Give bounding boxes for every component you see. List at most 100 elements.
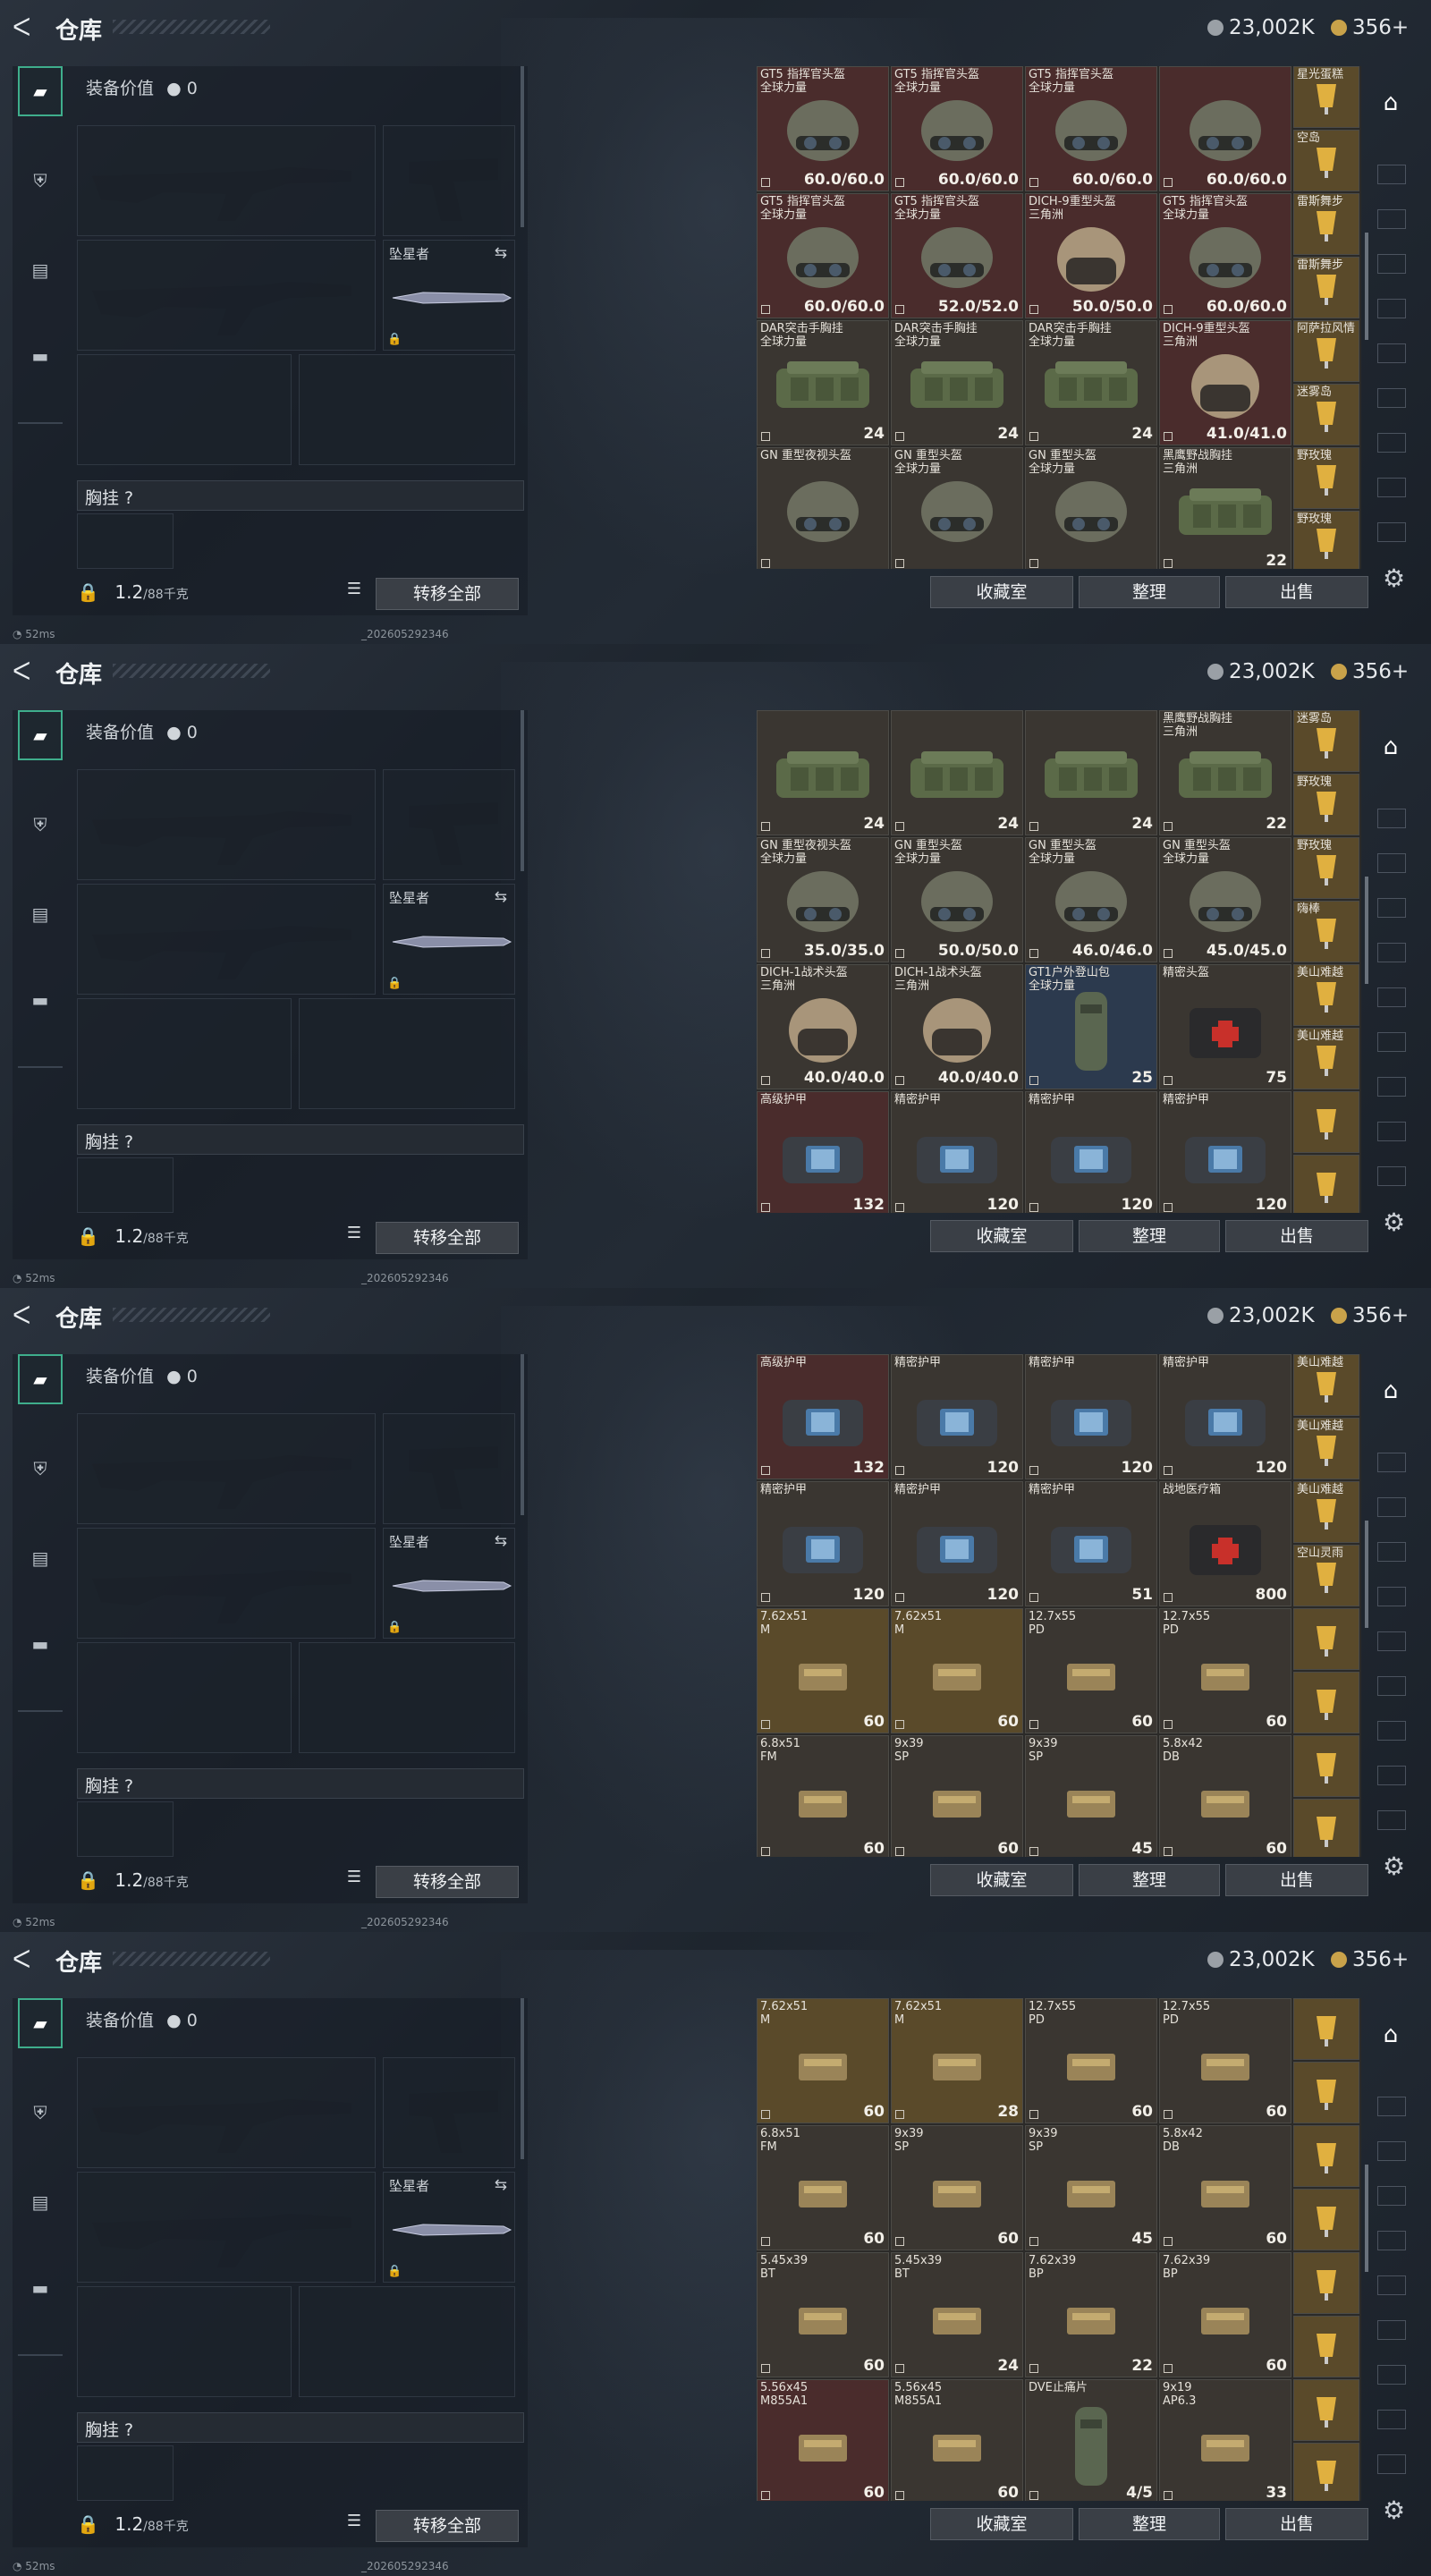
chest-rig-header[interactable]: 胸挂 ? [77,480,524,511]
storage-page-icon[interactable] [1377,2365,1406,2385]
drink-item[interactable]: 野玫瑰 [1293,511,1359,569]
tab-backpack[interactable]: ▬ [18,2263,63,2313]
tab-backpack[interactable]: ▬ [18,331,63,381]
drink-item[interactable] [1293,2189,1359,2250]
storage-page-icon[interactable] [1377,2454,1406,2474]
favorites-button[interactable]: 收藏室 [930,2508,1073,2540]
stash-item[interactable]: DICH-9重型头盔 三角洲 50.0/50.0 [1025,193,1157,318]
panel-scrollbar[interactable] [521,1998,524,2159]
tab-armor[interactable]: ⛨ [18,1444,63,1494]
stash-item[interactable]: 7.62x51 M 60 [757,1998,889,2123]
swap-icon[interactable]: ⇆ [495,2176,507,2194]
drink-item[interactable]: 野玫瑰 [1293,837,1359,899]
list-view-icon[interactable]: ☰ [342,1868,367,1893]
storage-page-icon[interactable] [1377,343,1406,363]
stash-item[interactable]: DICH-1战术头盔 三角洲 40.0/40.0 [891,964,1023,1089]
panel-scrollbar[interactable] [521,66,524,227]
stash-item[interactable]: 精密护甲 51 [1025,1481,1157,1606]
stash-item[interactable]: 精密护甲 120 [1159,1091,1291,1213]
stash-item[interactable]: 12.7x55 PD 60 [1025,1608,1157,1733]
stash-item[interactable]: 12.7x55 PD 60 [1025,1998,1157,2123]
drink-item[interactable]: 野玫瑰 [1293,447,1359,509]
stash-item[interactable]: 24 [891,710,1023,835]
storage-page-icon[interactable] [1377,1077,1406,1097]
stash-grid[interactable]: 7.62x51 M 60 7.62x51 M 28 12.7x55 PD 60 12.7x5… [757,1998,1361,2501]
list-view-icon[interactable]: ☰ [342,1224,367,1249]
sell-button[interactable]: 出售 [1225,1220,1368,1252]
armor-slot[interactable] [299,354,515,465]
drink-item[interactable] [1293,2062,1359,2123]
storage-page-icon[interactable] [1377,2275,1406,2295]
drink-item[interactable]: 迷雾岛 [1293,710,1359,772]
storage-page-icon[interactable] [1377,299,1406,318]
stash-item[interactable]: 高级护甲 132 [757,1354,889,1479]
drink-item[interactable]: 美山难越 [1293,1481,1359,1543]
stash-item[interactable]: DICH-9重型头盔 三角洲 41.0/41.0 [1159,320,1291,445]
stash-item[interactable]: GN 重型头盔 全球力量 45.0/45.0 [1159,837,1291,962]
stash-grid[interactable]: 高级护甲 132 精密护甲 120 精密护甲 120 精密护甲 120 精密护甲 120 精密护甲 1… [757,1354,1361,1857]
pistol-slot[interactable] [383,125,515,236]
stash-item[interactable]: 5.8x42 DB 60 [1159,1735,1291,1857]
storage-page-icon[interactable] [1377,1542,1406,1562]
tab-weapons[interactable]: ▰ [18,66,63,116]
storage-page-icon[interactable] [1377,2320,1406,2340]
stash-item[interactable]: 9x39 SP 60 [891,1735,1023,1857]
storage-page-icon[interactable] [1377,1766,1406,1785]
chest-rig-slot[interactable] [77,1157,174,1213]
stash-item[interactable]: 精密护甲 120 [891,1354,1023,1479]
tab-weapons[interactable]: ▰ [18,1354,63,1404]
tab-armor[interactable]: ⛨ [18,800,63,850]
stash-item[interactable]: 9x39 SP 60 [891,2125,1023,2250]
settings-gear-icon[interactable]: ⚙ [1383,2496,1410,2525]
sort-button[interactable]: 整理 [1079,2508,1220,2540]
stash-item[interactable]: 7.62x39 BP 60 [1159,2252,1291,2377]
swap-icon[interactable]: ⇆ [495,244,507,262]
helmet-slot[interactable] [77,998,292,1109]
stash-scrollbar[interactable] [1365,2165,1368,2272]
storage-page-icon[interactable] [1377,1453,1406,1472]
stash-item[interactable]: GN 重型夜视头盔 [757,447,889,569]
tab-armor[interactable]: ⛨ [18,2088,63,2138]
storage-page-icon[interactable] [1377,1032,1406,1052]
melee-slot[interactable]: 坠星者 ⇆ 🔒 [383,1528,515,1639]
stash-item[interactable]: GN 重型头盔 全球力量 46.0/46.0 [1025,837,1157,962]
drink-item[interactable]: 星光蛋糕 [1293,66,1359,128]
stash-item[interactable]: 精密护甲 120 [1159,1354,1291,1479]
stash-item[interactable]: DICH-1战术头盔 三角洲 40.0/40.0 [757,964,889,1089]
storage-page-icon[interactable] [1377,853,1406,873]
pistol-slot[interactable] [383,2057,515,2168]
chest-rig-slot[interactable] [77,1801,174,1857]
chest-rig-header[interactable]: 胸挂 ? [77,1124,524,1155]
back-icon[interactable]: ᐸ [13,14,39,41]
back-icon[interactable]: ᐸ [13,1302,39,1329]
swap-icon[interactable]: ⇆ [495,888,507,906]
gold-balance[interactable]: 356+ [1331,1946,1409,1973]
stash-item[interactable]: GN 重型头盔 全球力量 50.0/50.0 [891,837,1023,962]
armor-slot[interactable] [299,998,515,1109]
drink-item[interactable]: 空岛 [1293,130,1359,191]
stash-item[interactable]: 5.8x42 DB 60 [1159,2125,1291,2250]
pistol-slot[interactable] [383,769,515,880]
storage-page-icon[interactable] [1377,2097,1406,2116]
storage-page-icon[interactable] [1377,1810,1406,1830]
stash-grid[interactable]: 24 24 24 黑鹰野战胸挂 三角洲 22 GN 重型夜视头盔 全球力量 35.0/35.… [757,710,1361,1213]
storage-page-icon[interactable] [1377,165,1406,184]
stash-item[interactable]: 精密护甲 120 [1025,1091,1157,1213]
lock-icon[interactable]: 🔒 [77,2513,99,2535]
tab-weapons[interactable]: ▰ [18,1998,63,2048]
stash-item[interactable]: 黑鹰野战胸挂 三角洲 22 [1159,447,1291,569]
stash-item[interactable]: GT5 指挥官头盔 全球力量 60.0/60.0 [757,66,889,191]
stash-item[interactable]: 5.45x39 BT 24 [891,2252,1023,2377]
drink-item[interactable] [1293,2379,1359,2441]
stash-item[interactable]: 12.7x55 PD 60 [1159,1608,1291,1733]
safe-box-icon[interactable]: ⌂ [1376,89,1406,120]
storage-page-icon[interactable] [1377,1587,1406,1606]
storage-page-icon[interactable] [1377,943,1406,962]
stash-item[interactable]: 精密护甲 120 [891,1091,1023,1213]
list-view-icon[interactable]: ☰ [342,2512,367,2537]
drink-item[interactable]: 野玫瑰 [1293,774,1359,835]
helmet-slot[interactable] [77,1642,292,1753]
drink-item[interactable] [1293,2443,1359,2501]
safe-box-icon[interactable]: ⌂ [1376,2021,1406,2052]
drink-item[interactable]: 雷斯舞步 [1293,193,1359,255]
